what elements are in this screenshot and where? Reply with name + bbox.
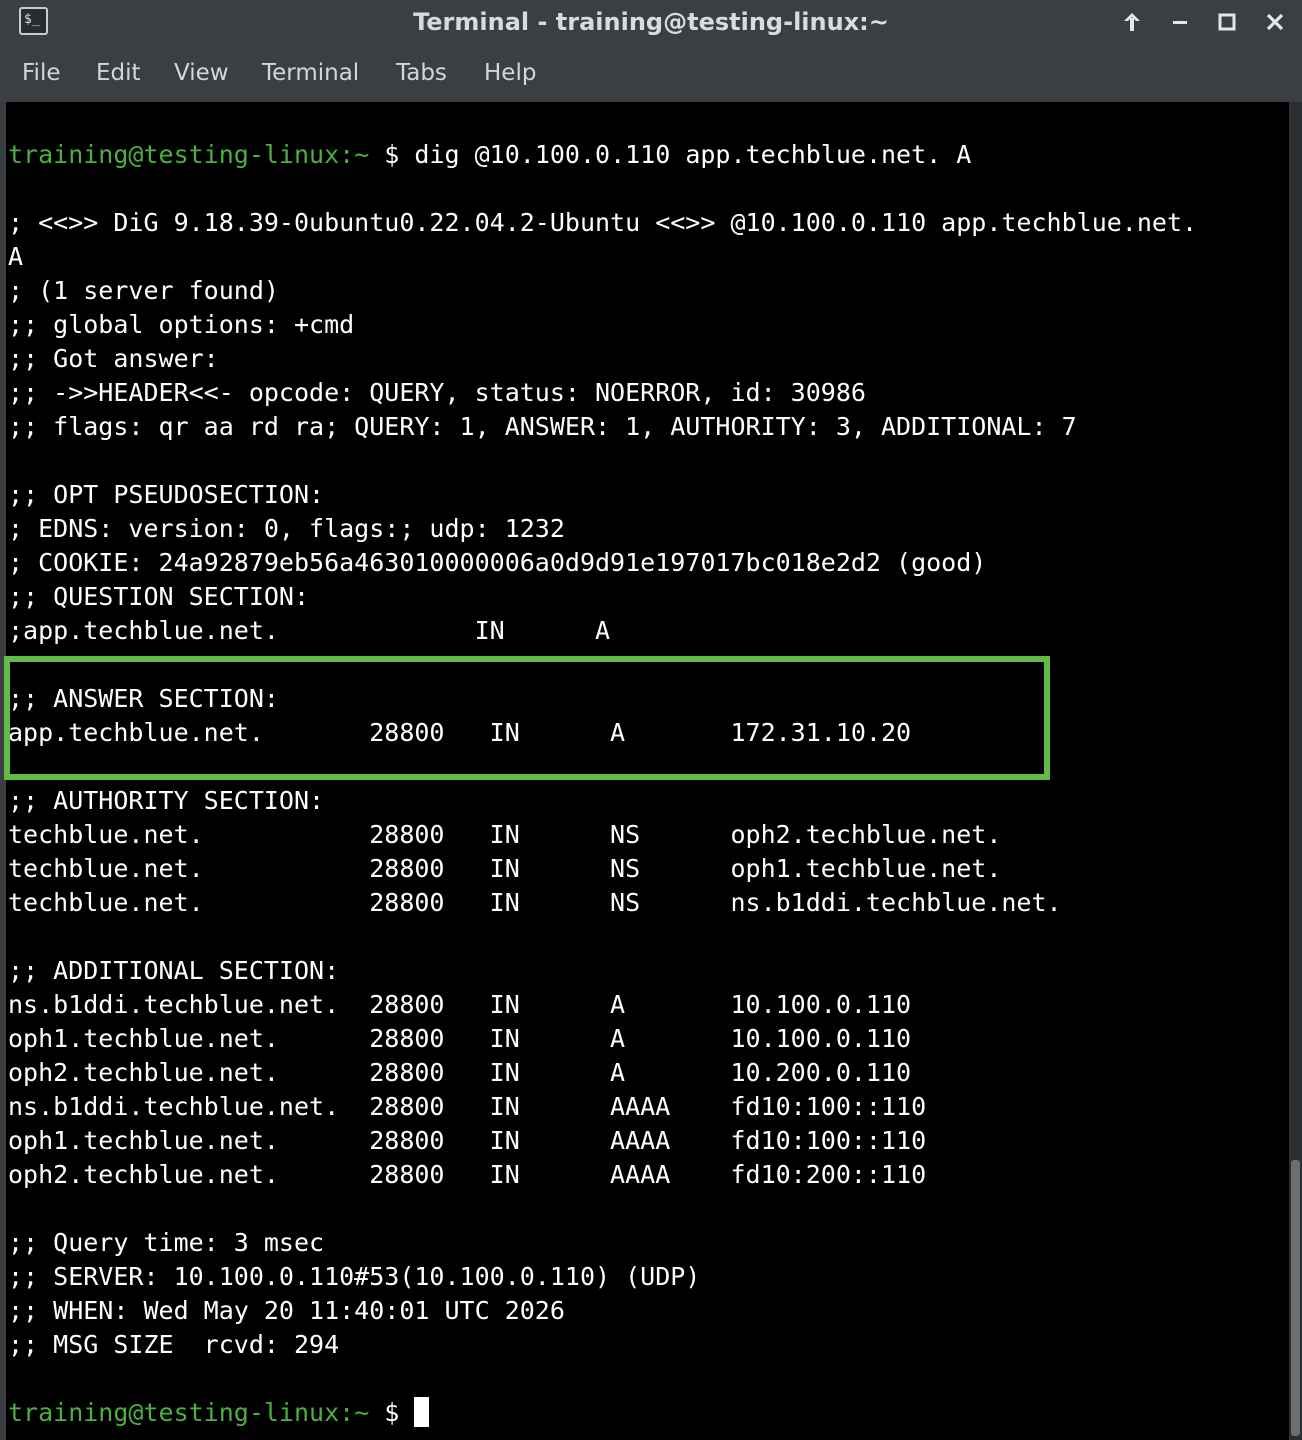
vertical-scrollbar[interactable] [1289, 102, 1302, 1440]
output-line: app.techblue.net. 28800 IN A 172.31.10.2… [8, 718, 912, 747]
output-line: ;; ADDITIONAL SECTION: [8, 956, 340, 985]
output-line: ; <<>> DiG 9.18.39-0ubuntu0.22.04.2-Ubun… [8, 208, 1198, 237]
output-line: ns.b1ddi.techblue.net. 28800 IN AAAA fd1… [8, 1092, 927, 1121]
output-line: ;; QUESTION SECTION: [8, 582, 310, 611]
menu-edit[interactable]: Edit [96, 60, 141, 86]
output-line: ; (1 server found) [8, 276, 279, 305]
output-line: ;; MSG SIZE rcvd: 294 [8, 1330, 340, 1359]
title-bar[interactable]: $_ Terminal - training@testing-linux:~ [0, 0, 1302, 44]
output-line: techblue.net. 28800 IN NS oph1.techblue.… [8, 854, 1002, 883]
output-line: A [8, 242, 24, 271]
output-line: ;; ANSWER SECTION: [8, 684, 279, 713]
output-line: ;; Query time: 3 msec [8, 1228, 325, 1257]
output-line: oph2.techblue.net. 28800 IN AAAA fd10:20… [8, 1160, 927, 1189]
close-icon[interactable] [1259, 6, 1291, 38]
output-line: ;; ->>HEADER<<- opcode: QUERY, status: N… [8, 378, 866, 407]
output-line: techblue.net. 28800 IN NS oph2.techblue.… [8, 820, 1002, 849]
output-line: ;; flags: qr aa rd ra; QUERY: 1, ANSWER:… [8, 412, 1077, 441]
prompt-path: :~ [339, 1398, 370, 1427]
output-line: ; COOKIE: 24a92879eb56a463010000006a0d9d… [8, 548, 987, 577]
menu-view[interactable]: View [174, 60, 229, 86]
output-line: ;app.techblue.net. IN A [8, 616, 611, 645]
output-line: techblue.net. 28800 IN NS ns.b1ddi.techb… [8, 888, 1062, 917]
text-cursor [414, 1397, 430, 1427]
minimize-icon[interactable] [1164, 6, 1196, 38]
terminal-output[interactable]: training@testing-linux:~ $ dig @10.100.0… [6, 102, 1289, 1440]
output-line: ns.b1ddi.techblue.net. 28800 IN A 10.100… [8, 990, 912, 1019]
output-line: ; EDNS: version: 0, flags:; udp: 1232 [8, 514, 565, 543]
output-line: ;; global options: +cmd [8, 310, 355, 339]
active-prompt-line[interactable]: training@testing-linux:~ $ [8, 1396, 430, 1430]
prompt-path: :~ [339, 140, 370, 169]
menu-bar: File Edit View Terminal Tabs Help [0, 52, 1302, 98]
output-line: oph2.techblue.net. 28800 IN A 10.200.0.1… [8, 1058, 912, 1087]
menu-terminal[interactable]: Terminal [262, 60, 359, 86]
command-text: dig @10.100.0.110 app.techblue.net. A [399, 140, 972, 169]
output-line: ;; WHEN: Wed May 20 11:40:01 UTC 2026 [8, 1296, 565, 1325]
terminal-window: $_ Terminal - training@testing-linux:~ F… [0, 0, 1302, 1440]
prompt-user: training@testing-linux [8, 1398, 340, 1427]
output-line: ;; OPT PSEUDOSECTION: [8, 480, 325, 509]
command-line: training@testing-linux:~ $ dig @10.100.0… [8, 138, 971, 172]
prompt-symbol: $ [369, 1398, 400, 1427]
output-line: ;; Got answer: [8, 344, 219, 373]
scrollbar-thumb[interactable] [1291, 1160, 1300, 1436]
menu-tabs[interactable]: Tabs [396, 60, 447, 86]
menu-file[interactable]: File [22, 60, 61, 86]
output-line: ;; AUTHORITY SECTION: [8, 786, 325, 815]
pin-up-icon[interactable] [1116, 6, 1148, 38]
prompt-symbol: $ [369, 140, 400, 169]
prompt-user: training@testing-linux [8, 140, 340, 169]
menu-help[interactable]: Help [484, 60, 536, 86]
output-line: oph1.techblue.net. 28800 IN A 10.100.0.1… [8, 1024, 912, 1053]
maximize-icon[interactable] [1211, 6, 1243, 38]
output-line: oph1.techblue.net. 28800 IN AAAA fd10:10… [8, 1126, 927, 1155]
output-line: ;; SERVER: 10.100.0.110#53(10.100.0.110)… [8, 1262, 701, 1291]
window-title: Terminal - training@testing-linux:~ [413, 8, 889, 36]
